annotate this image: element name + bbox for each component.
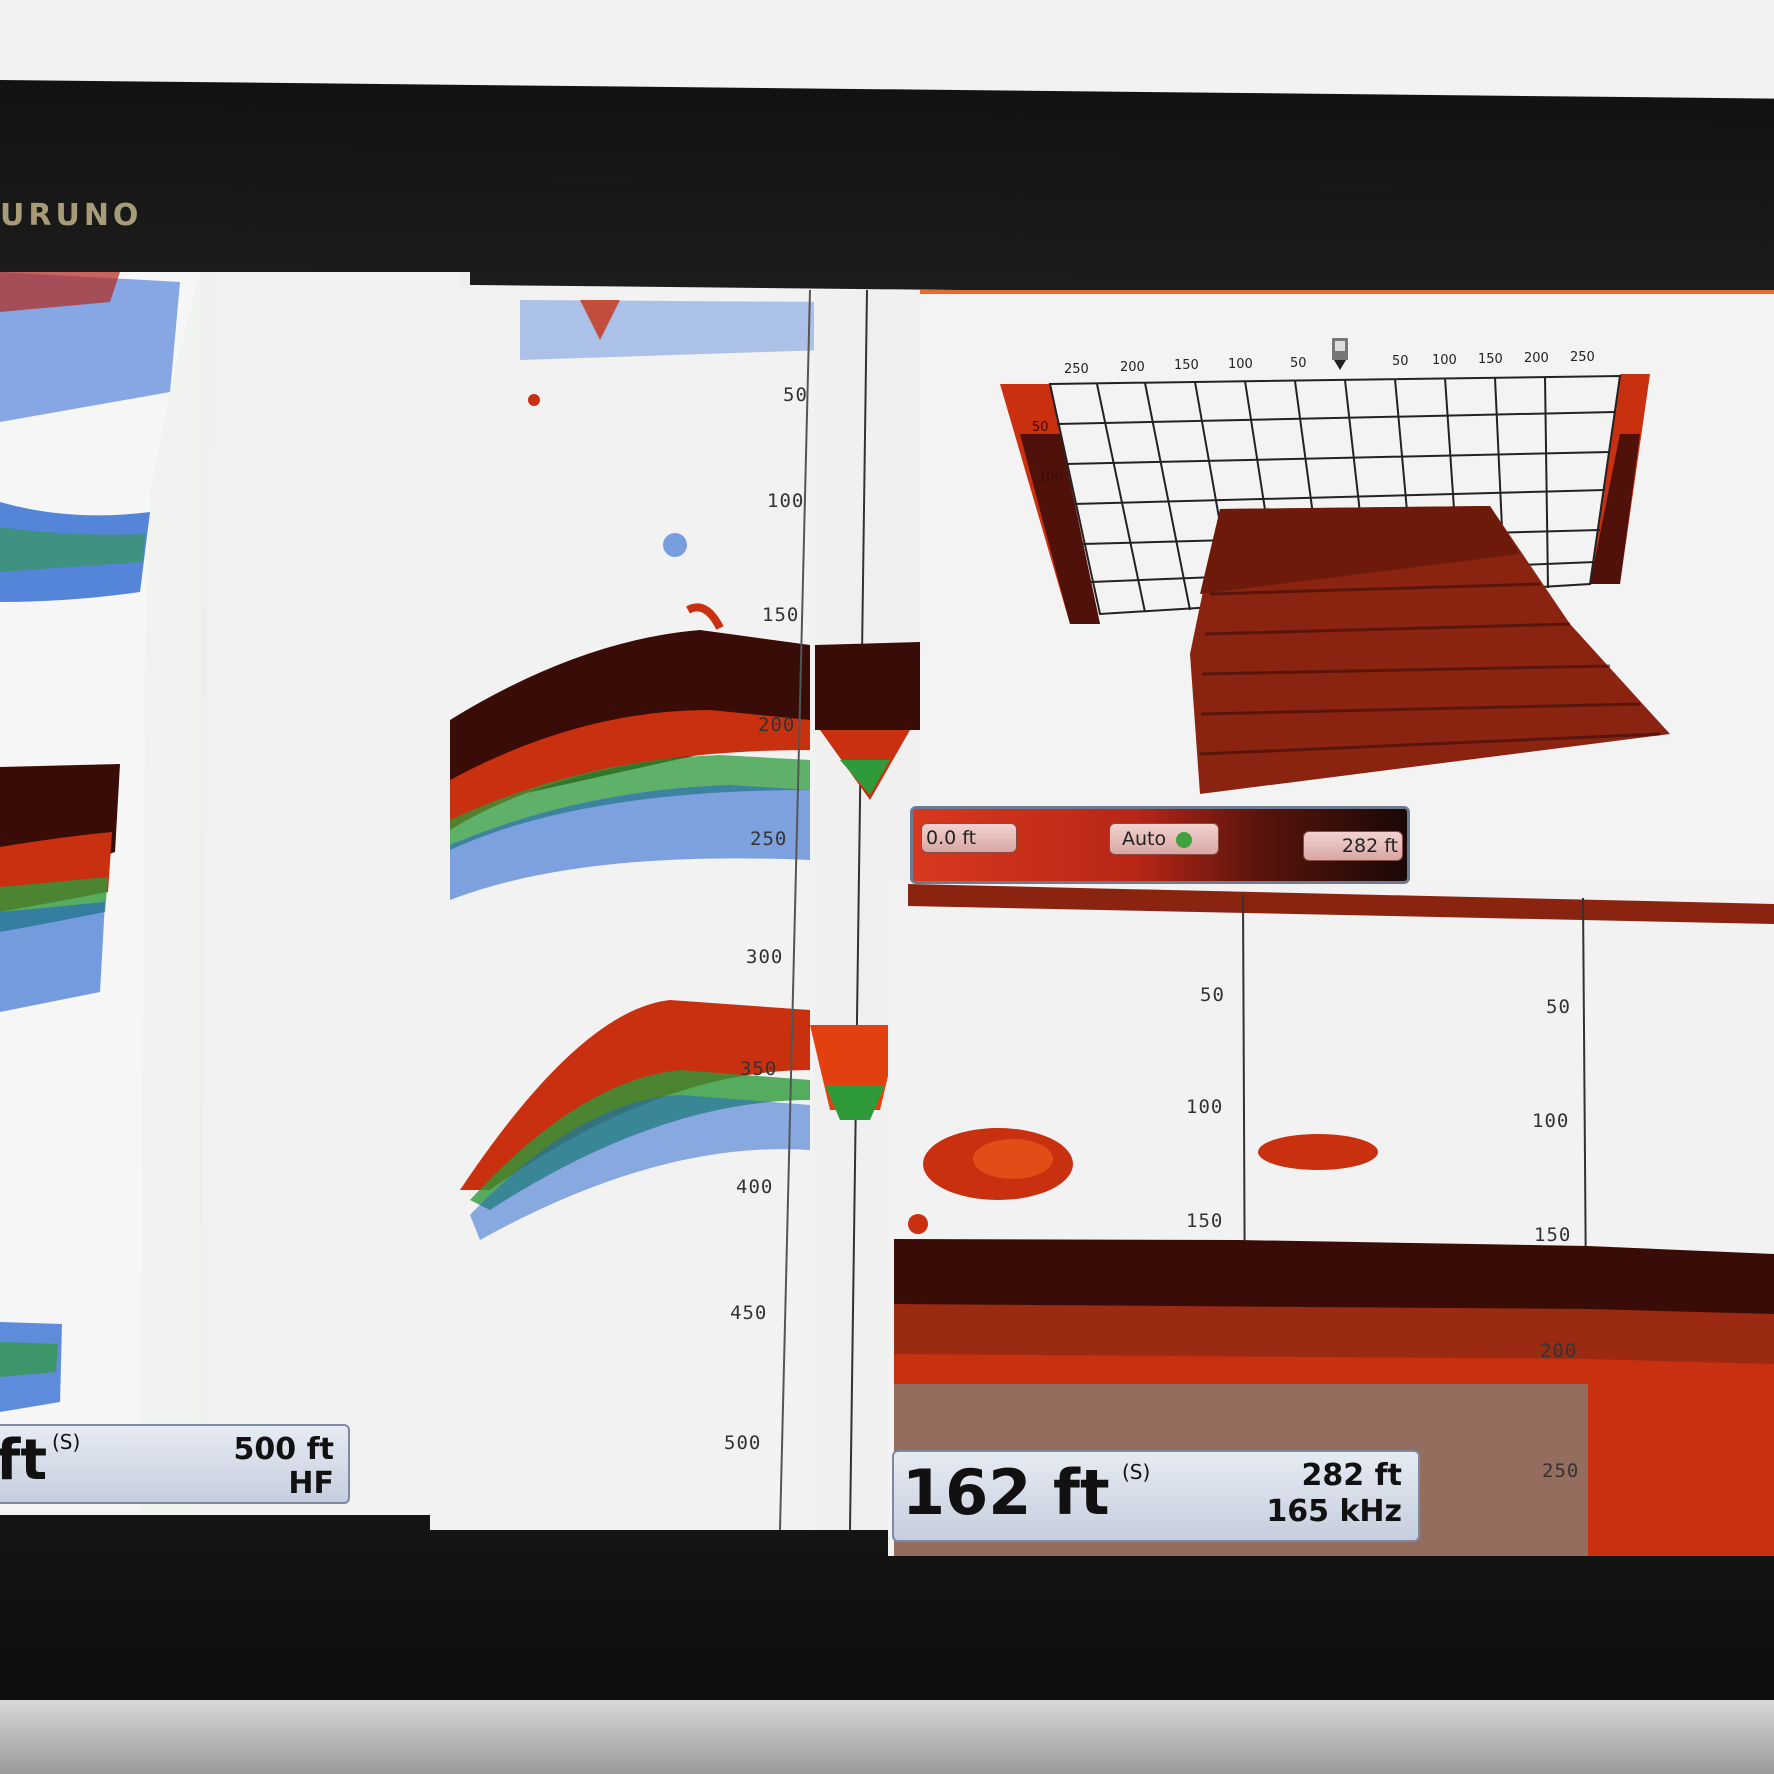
center-scale-50: 50 [783,384,808,406]
3d-axis-left-50: 50 [1290,356,1307,371]
3d-axis-left-150: 150 [1174,358,1199,373]
left-range-label: 500 ft [233,1432,334,1467]
right-frequency-label: 165 kHz [1266,1494,1402,1529]
right-scale-right-100: 100 [1532,1110,1570,1132]
3d-axis-left-250: 250 [1064,362,1089,377]
center-scale-100: 100 [767,490,805,512]
3d-axis-left-200: 200 [1120,360,1145,375]
left-depth-submark: (S) [52,1430,81,1454]
3d-axis-right-200: 200 [1524,351,1549,366]
right-scale-left-50: 50 [1200,984,1225,1006]
center-echogram [430,289,920,1531]
right-scale-right-50: 50 [1546,996,1571,1018]
center-sonar-panel[interactable]: 50 100 150 200 250 300 350 400 450 500 [430,289,920,1531]
right-scale-right-250: 250 [1542,1460,1580,1482]
right-range-label: 282 ft [1301,1458,1402,1493]
range-auto-label: Auto [1122,828,1167,850]
boat-icon [1328,336,1352,370]
center-scale-500: 500 [724,1432,762,1454]
left-depth-box[interactable]: ft (S) 500 ft HF [0,1424,350,1504]
right-depth-box[interactable]: 162 ft (S) 282 ft 165 kHz [892,1450,1420,1542]
left-depth-unit: ft [0,1428,48,1493]
right-scale-right-200: 200 [1540,1340,1578,1362]
left-frequency-label: HF [288,1466,334,1501]
center-scale-250: 250 [750,828,788,850]
3d-axis-left-100: 100 [1228,357,1253,372]
range-min-button[interactable]: 0.0 ft [921,823,1017,853]
range-bar[interactable]: 0.0 ft Auto 282 ft [910,806,1410,884]
left-echogram [0,267,470,1512]
3d-bar-label-50: 50 [1032,420,1049,435]
center-scale-300: 300 [746,946,784,968]
center-scale-400: 400 [736,1176,774,1198]
3d-axis-right-50: 50 [1392,354,1409,369]
3d-axis-right-100: 100 [1432,353,1457,368]
range-max-button[interactable]: 282 ft [1303,831,1403,861]
3d-axis-right-250: 250 [1570,350,1595,365]
bottom-ledge [0,1700,1774,1774]
center-scale-150: 150 [762,604,800,626]
right-depth-value: 162 ft [902,1456,1110,1529]
center-scale-450: 450 [730,1302,768,1324]
auto-status-icon [1176,831,1193,848]
center-scale-200: 200 [758,714,796,736]
right-scale-left-150: 150 [1186,1210,1224,1232]
right-depth-submark: (S) [1122,1460,1151,1484]
3d-axis-right-150: 150 [1478,352,1503,367]
monitor-bezel-top [0,80,1774,299]
right-scale-left-100: 100 [1186,1096,1224,1118]
left-sonar-panel[interactable] [0,267,470,1512]
right-scale-right-150: 150 [1534,1224,1572,1246]
3d-bar-label-100: 100 [1038,470,1063,485]
range-auto-button[interactable]: Auto [1109,823,1219,855]
center-scale-350: 350 [740,1058,778,1080]
brand-logo: URUNO [0,198,143,233]
